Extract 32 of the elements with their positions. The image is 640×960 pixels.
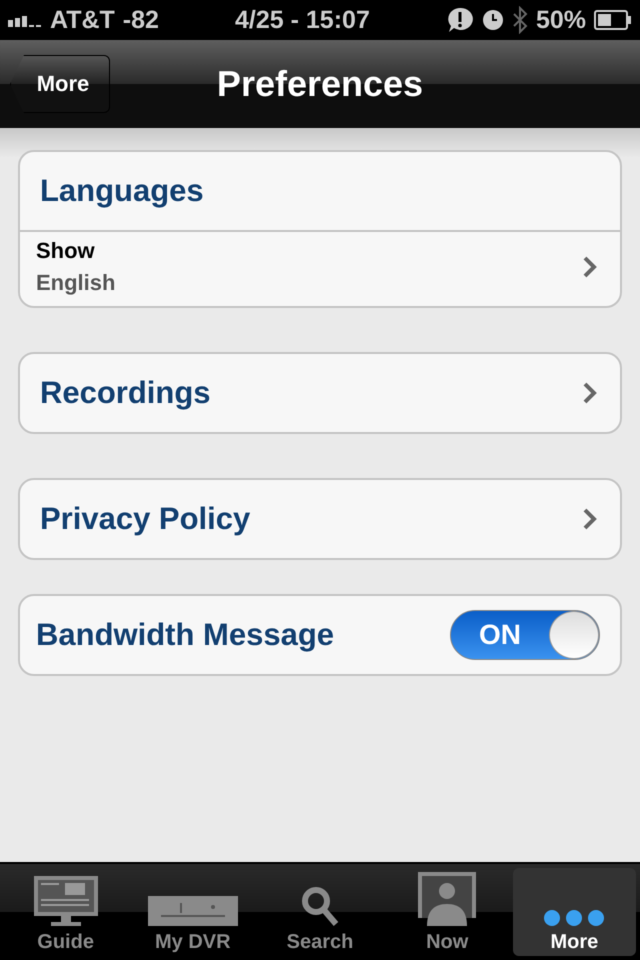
carrier-name: AT&T xyxy=(50,6,115,34)
row-value: English xyxy=(36,270,116,296)
battery-icon xyxy=(594,10,632,30)
toggle-switch[interactable]: ON xyxy=(450,610,600,660)
dvr-box-icon xyxy=(146,895,239,927)
battery-percent: 50% xyxy=(536,6,586,34)
chevron-icon xyxy=(582,381,598,405)
tab-item[interactable]: My DVR xyxy=(131,868,254,956)
clock-icon xyxy=(482,9,504,31)
tab-item[interactable]: Now xyxy=(386,868,509,956)
status-time: 4/25 - 15:07 xyxy=(235,6,370,34)
search-icon xyxy=(300,885,340,927)
back-button[interactable]: More xyxy=(10,55,110,113)
page-title: Preferences xyxy=(216,63,424,105)
tab-item[interactable]: Guide xyxy=(4,868,128,956)
chevron-icon xyxy=(582,507,598,531)
row-label: Show xyxy=(36,238,96,264)
menu-row[interactable]: Privacy Policy xyxy=(18,478,622,560)
section-title: Languages xyxy=(40,173,204,209)
person-screen-icon xyxy=(417,871,478,927)
signal-reading: -82 xyxy=(122,6,159,34)
chevron-icon xyxy=(582,255,598,279)
signal-icon xyxy=(8,13,42,27)
tab-item[interactable]: More xyxy=(512,868,636,956)
bluetooth-icon xyxy=(512,6,528,34)
more-icon xyxy=(543,909,606,927)
monitor-icon xyxy=(32,875,99,927)
tab-item[interactable]: Search xyxy=(258,868,382,956)
menu-row[interactable]: Recordings xyxy=(18,352,622,434)
alert-icon xyxy=(446,6,474,34)
language-row[interactable]: Show English xyxy=(20,232,620,306)
setting-label: Bandwidth Message xyxy=(36,617,334,653)
